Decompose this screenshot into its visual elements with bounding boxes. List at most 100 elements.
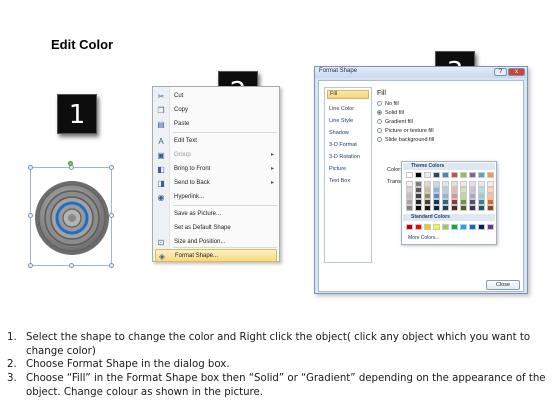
theme-shade-swatch[interactable]	[415, 205, 422, 211]
close-button[interactable]: Close	[486, 280, 520, 290]
menu-item-label: Set as Default Shape	[174, 225, 231, 231]
dialog-title-bar[interactable]: Format Shape ? x	[315, 67, 527, 78]
standard-color-swatch[interactable]	[406, 224, 413, 230]
radio-button[interactable]	[377, 101, 382, 106]
category-shadow[interactable]: Shadow	[329, 130, 349, 136]
resize-handle[interactable]	[109, 165, 114, 170]
theme-color-swatch[interactable]	[487, 172, 494, 178]
concentric-rings-shape[interactable]	[34, 176, 110, 260]
step-number: 3.	[7, 373, 17, 385]
fill-option-label: No fill	[385, 101, 399, 107]
menu-item-size-and-position[interactable]: ⊡ Size and Position...	[153, 236, 279, 249]
category-text-box[interactable]: Text Box	[329, 178, 350, 184]
theme-color-swatch[interactable]	[424, 172, 431, 178]
dialog-close-x-button[interactable]: x	[508, 68, 525, 76]
theme-color-swatch[interactable]	[451, 172, 458, 178]
menu-item-save-as-picture[interactable]: Save as Picture...	[153, 208, 279, 221]
more-colors-link[interactable]: More Colors...	[408, 235, 439, 241]
radio-button[interactable]	[377, 110, 382, 115]
menu-item-label: Send to Back	[174, 180, 210, 186]
menu-item-group[interactable]: ▣ Group ▸	[153, 149, 279, 162]
theme-color-swatch[interactable]	[433, 172, 440, 178]
standard-color-swatch[interactable]	[415, 224, 422, 230]
theme-shade-swatch[interactable]	[442, 205, 449, 211]
standard-color-swatch[interactable]	[487, 224, 494, 230]
help-button[interactable]: ?	[494, 68, 507, 76]
radio-button[interactable]	[377, 128, 382, 133]
fill-option-gradient-fill[interactable]: Gradient fill	[377, 119, 413, 125]
standard-color-swatch[interactable]	[433, 224, 440, 230]
theme-color-swatch[interactable]	[469, 172, 476, 178]
theme-color-swatch[interactable]	[406, 172, 413, 178]
dialog-title: Format Shape	[319, 68, 358, 74]
fill-option-picture-or-texture-fill[interactable]: Picture or texture fill	[377, 128, 434, 134]
theme-shade-swatch[interactable]	[487, 205, 494, 211]
resize-handle[interactable]	[28, 263, 33, 268]
instruction-step: 2. Choose Format Shape in the dialog box.	[7, 358, 552, 372]
theme-colors-heading: Theme Colors	[403, 163, 495, 170]
standard-color-swatch[interactable]	[469, 224, 476, 230]
menu-item-paste[interactable]: ▤ Paste	[153, 118, 279, 131]
category-picture[interactable]: Picture	[329, 166, 346, 172]
rotation-handle[interactable]	[68, 161, 73, 166]
menu-item-label: Bring to Front	[174, 166, 211, 172]
resize-handle[interactable]	[109, 263, 114, 268]
theme-shade-swatch[interactable]	[478, 205, 485, 211]
hyperlink-icon: ◉	[157, 193, 165, 202]
standard-color-swatch[interactable]	[424, 224, 431, 230]
step-text: Choose “Fill” in the Format Shape box th…	[26, 373, 546, 398]
theme-shade-swatch[interactable]	[469, 205, 476, 211]
menu-separator	[173, 132, 277, 133]
fill-option-label: Picture or texture fill	[385, 128, 434, 134]
instruction-step: 1. Select the shape to change the color a…	[7, 331, 552, 358]
radio-button[interactable]	[377, 137, 382, 142]
theme-color-swatch[interactable]	[442, 172, 449, 178]
resize-handle[interactable]	[28, 165, 33, 170]
category-3-d-rotation[interactable]: 3-D Rotation	[329, 154, 360, 160]
step-number: 2.	[7, 359, 17, 371]
instructions-list: 1. Select the shape to change the color a…	[7, 331, 552, 400]
standard-color-swatch[interactable]	[451, 224, 458, 230]
resize-handle[interactable]	[28, 213, 33, 218]
menu-item-set-as-default-shape[interactable]: Set as Default Shape	[153, 222, 279, 235]
theme-shade-swatch[interactable]	[460, 205, 467, 211]
resize-handle[interactable]	[69, 263, 74, 268]
menu-item-bring-to-front[interactable]: ◧ Bring to Front ▸	[153, 163, 279, 176]
step-number: 1.	[7, 332, 17, 343]
category-line-style[interactable]: Line Style	[329, 118, 353, 124]
fill-heading: Fill	[377, 90, 386, 97]
theme-color-swatch[interactable]	[415, 172, 422, 178]
category-fill[interactable]: Fill	[327, 90, 369, 99]
fill-option-slide-background-fill[interactable]: Slide background fill	[377, 137, 434, 143]
theme-shade-swatch[interactable]	[406, 205, 413, 211]
send-back-icon: ◨	[157, 179, 165, 188]
menu-item-hyperlink[interactable]: ◉ Hyperlink...	[153, 191, 279, 204]
theme-color-swatch[interactable]	[478, 172, 485, 178]
copy-icon: ❐	[157, 106, 165, 115]
theme-shade-swatch[interactable]	[433, 205, 440, 211]
paste-icon: ▤	[157, 120, 165, 129]
menu-item-send-to-back[interactable]: ◨ Send to Back ▸	[153, 177, 279, 190]
category-line-color[interactable]: Line Color	[329, 106, 354, 112]
step-text: Choose Format Shape in the dialog box.	[26, 359, 230, 371]
menu-item-format-shape[interactable]: ◈ Format Shape...	[155, 249, 277, 262]
category-list: Fill Line Color Line Style Shadow 3-D Format…	[324, 87, 372, 263]
standard-color-swatch[interactable]	[460, 224, 467, 230]
standard-color-swatch[interactable]	[478, 224, 485, 230]
menu-item-copy[interactable]: ❐ Copy	[153, 104, 279, 117]
color-picker-dropdown: Theme Colors Standard Colors More Colors…	[401, 161, 497, 245]
slide-title: Edit Color	[51, 37, 114, 52]
fill-option-no-fill[interactable]: No fill	[377, 101, 399, 107]
group-icon: ▣	[157, 151, 165, 160]
standard-color-swatch[interactable]	[442, 224, 449, 230]
radio-button[interactable]	[377, 119, 382, 124]
theme-color-swatch[interactable]	[460, 172, 467, 178]
category-3-d-format[interactable]: 3-D Format	[329, 142, 357, 148]
theme-shade-swatch[interactable]	[424, 205, 431, 211]
menu-item-edit-text[interactable]: A Edit Text	[153, 135, 279, 148]
fill-option-solid-fill[interactable]: Solid fill	[377, 110, 404, 116]
theme-shade-swatch[interactable]	[451, 205, 458, 211]
color-label: Color:	[387, 167, 402, 173]
menu-item-label: Paste	[174, 121, 190, 127]
menu-item-cut[interactable]: ✂ Cut	[153, 90, 279, 103]
